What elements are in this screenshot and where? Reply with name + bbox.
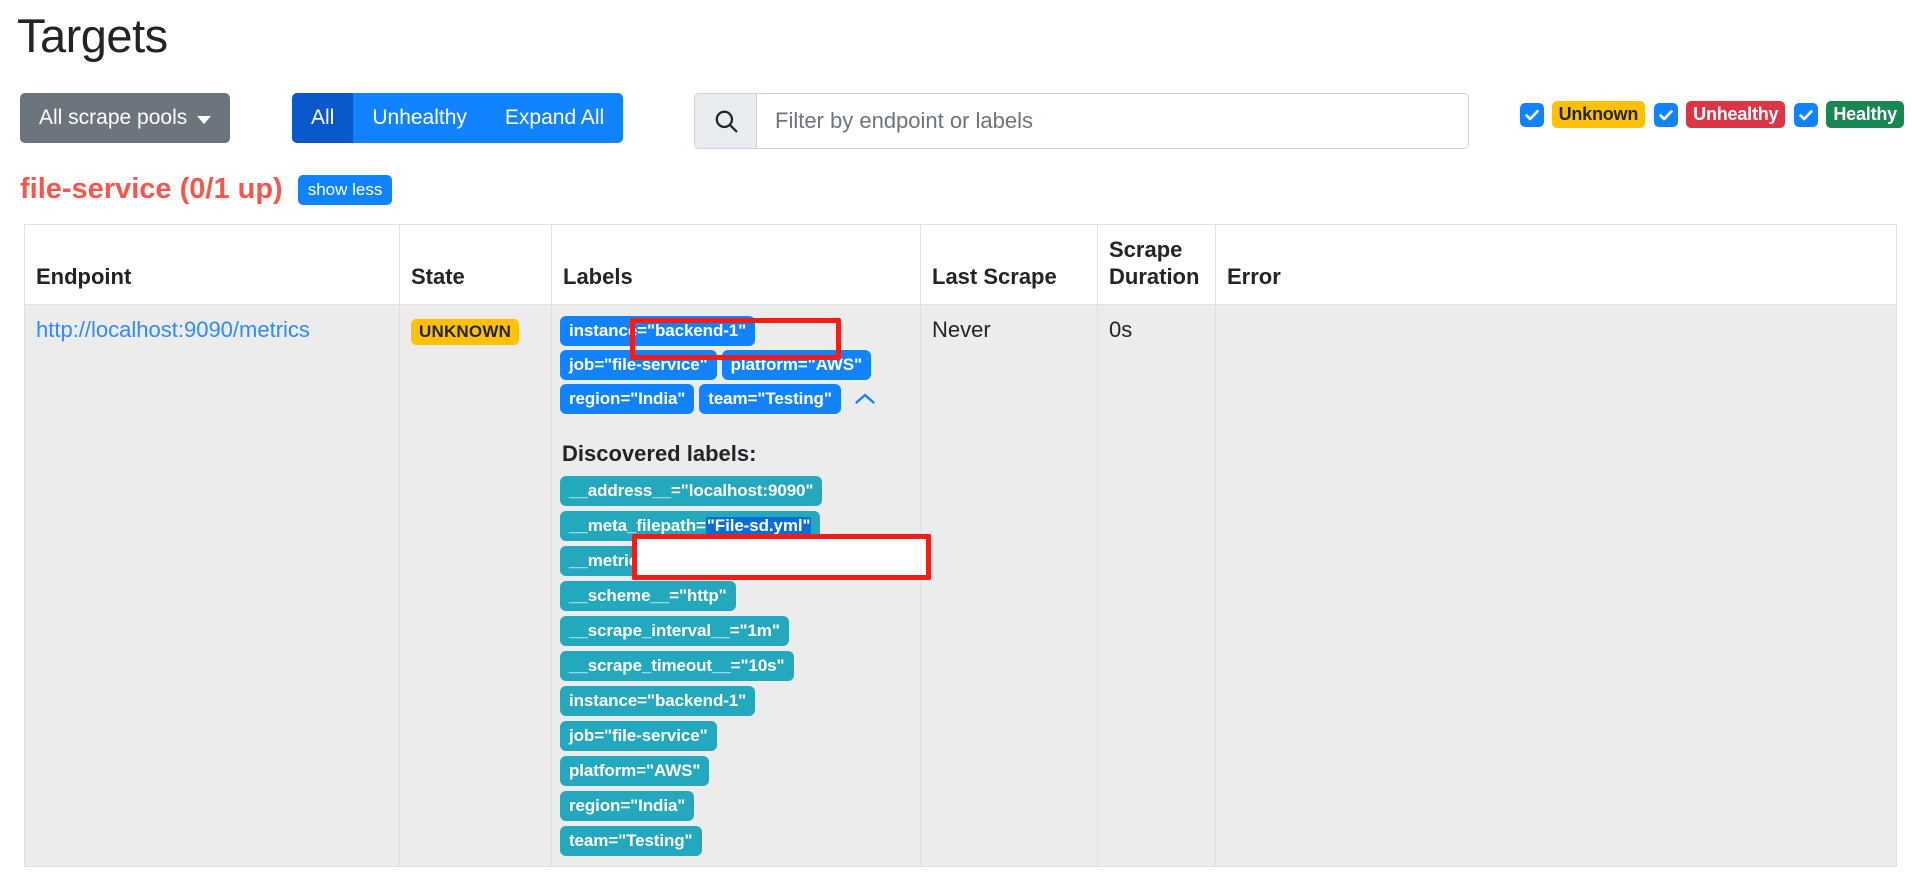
discovered-label-job[interactable]: job="file-service" xyxy=(560,720,717,751)
status-badge-unknown[interactable]: Unknown xyxy=(1551,101,1646,128)
discovered-label-team[interactable]: team="Testing" xyxy=(560,825,702,856)
checkbox-unhealthy[interactable] xyxy=(1654,102,1679,127)
target-labels-list: instance="backend-1" job="file-service" … xyxy=(560,315,912,414)
column-header-scrape-duration: Scrape Duration xyxy=(1097,224,1216,305)
cell-endpoint: http://localhost:9090/metrics xyxy=(24,303,400,867)
cell-scrape-duration: 0s xyxy=(1097,303,1216,867)
status-badge: UNKNOWN xyxy=(411,318,520,345)
status-badge-unhealthy[interactable]: Unhealthy xyxy=(1686,101,1786,128)
view-filter-button-group: All Unhealthy Expand All xyxy=(292,93,624,143)
discovered-label-metrics-path[interactable]: __metrics_path__="/metrics" xyxy=(560,545,811,576)
tab-all[interactable]: All xyxy=(292,93,354,143)
tab-unhealthy[interactable]: Unhealthy xyxy=(353,93,486,143)
label-pill-region[interactable]: region="India" xyxy=(560,383,695,414)
discovered-labels-list: __address__="localhost:9090" __meta_file… xyxy=(560,475,912,856)
chevron-up-icon[interactable] xyxy=(852,386,878,412)
table-header-row: Endpoint State Labels Last Scrape Scrape… xyxy=(24,224,1897,305)
discovered-label-scrape-interval[interactable]: __scrape_interval__="1m" xyxy=(560,615,789,646)
show-less-button[interactable]: show less xyxy=(297,174,393,205)
column-header-last-scrape: Last Scrape xyxy=(920,224,1098,305)
expand-all-button[interactable]: Expand All xyxy=(485,93,624,143)
search-icon xyxy=(695,94,757,148)
status-filter-unknown[interactable]: Unknown xyxy=(1519,101,1646,128)
label-pill-team[interactable]: team="Testing" xyxy=(699,383,841,414)
chevron-down-icon xyxy=(197,115,212,124)
discovered-label-instance[interactable]: instance="backend-1" xyxy=(560,685,756,716)
targets-table: Endpoint State Labels Last Scrape Scrape… xyxy=(24,224,1897,867)
discovered-label-region[interactable]: region="India" xyxy=(560,790,695,821)
search-bar xyxy=(694,93,1469,149)
checkbox-unknown[interactable] xyxy=(1519,102,1544,127)
discovered-label-scrape-timeout[interactable]: __scrape_timeout__="10s" xyxy=(560,650,794,681)
scrape-pool-header: file-service (0/1 up) show less xyxy=(20,173,393,206)
scrape-pools-dropdown[interactable]: All scrape pools xyxy=(20,93,231,143)
table-row: http://localhost:9090/metrics UNKNOWN in… xyxy=(24,303,1897,867)
scrape-pools-dropdown-label: All scrape pools xyxy=(39,106,188,129)
label-pill-instance[interactable]: instance="backend-1" xyxy=(560,315,756,346)
search-input[interactable] xyxy=(757,94,1468,148)
column-header-state: State xyxy=(399,224,552,305)
endpoint-link[interactable]: http://localhost:9090/metrics xyxy=(36,317,310,342)
status-badge-healthy[interactable]: Healthy xyxy=(1826,101,1904,128)
status-filter-unhealthy[interactable]: Unhealthy xyxy=(1654,101,1786,128)
discovered-labels-title: Discovered labels: xyxy=(562,440,757,466)
discovered-label-platform[interactable]: platform="AWS" xyxy=(560,755,710,786)
status-filter-group: Unknown Unhealthy Healthy xyxy=(1511,101,1904,128)
scrape-pool-title: file-service (0/1 up) xyxy=(20,173,283,205)
cell-last-scrape: Never xyxy=(920,303,1098,867)
discovered-label-address[interactable]: __address__="localhost:9090" xyxy=(560,475,823,506)
cell-error xyxy=(1215,303,1897,867)
discovered-label-meta-filepath-value: "File-sd.yml" xyxy=(705,515,812,535)
label-pill-platform[interactable]: platform="AWS" xyxy=(721,349,871,380)
column-header-endpoint: Endpoint xyxy=(24,224,400,305)
status-filter-healthy[interactable]: Healthy xyxy=(1794,101,1904,128)
discovered-label-meta-filepath-key: __meta_filepath= xyxy=(569,515,706,535)
toolbar: All scrape pools All Unhealthy Expand Al… xyxy=(0,93,1912,149)
cell-labels: instance="backend-1" job="file-service" … xyxy=(551,303,921,867)
cell-state: UNKNOWN xyxy=(399,303,552,867)
checkbox-healthy[interactable] xyxy=(1794,102,1819,127)
discovered-label-scheme[interactable]: __scheme__="http" xyxy=(560,580,736,611)
column-header-labels: Labels xyxy=(551,224,921,305)
label-pill-job[interactable]: job="file-service" xyxy=(560,349,717,380)
column-header-error: Error xyxy=(1215,224,1897,305)
page-title: Targets xyxy=(17,9,168,62)
discovered-label-meta-filepath[interactable]: __meta_filepath= "File-sd.yml" xyxy=(560,510,821,541)
